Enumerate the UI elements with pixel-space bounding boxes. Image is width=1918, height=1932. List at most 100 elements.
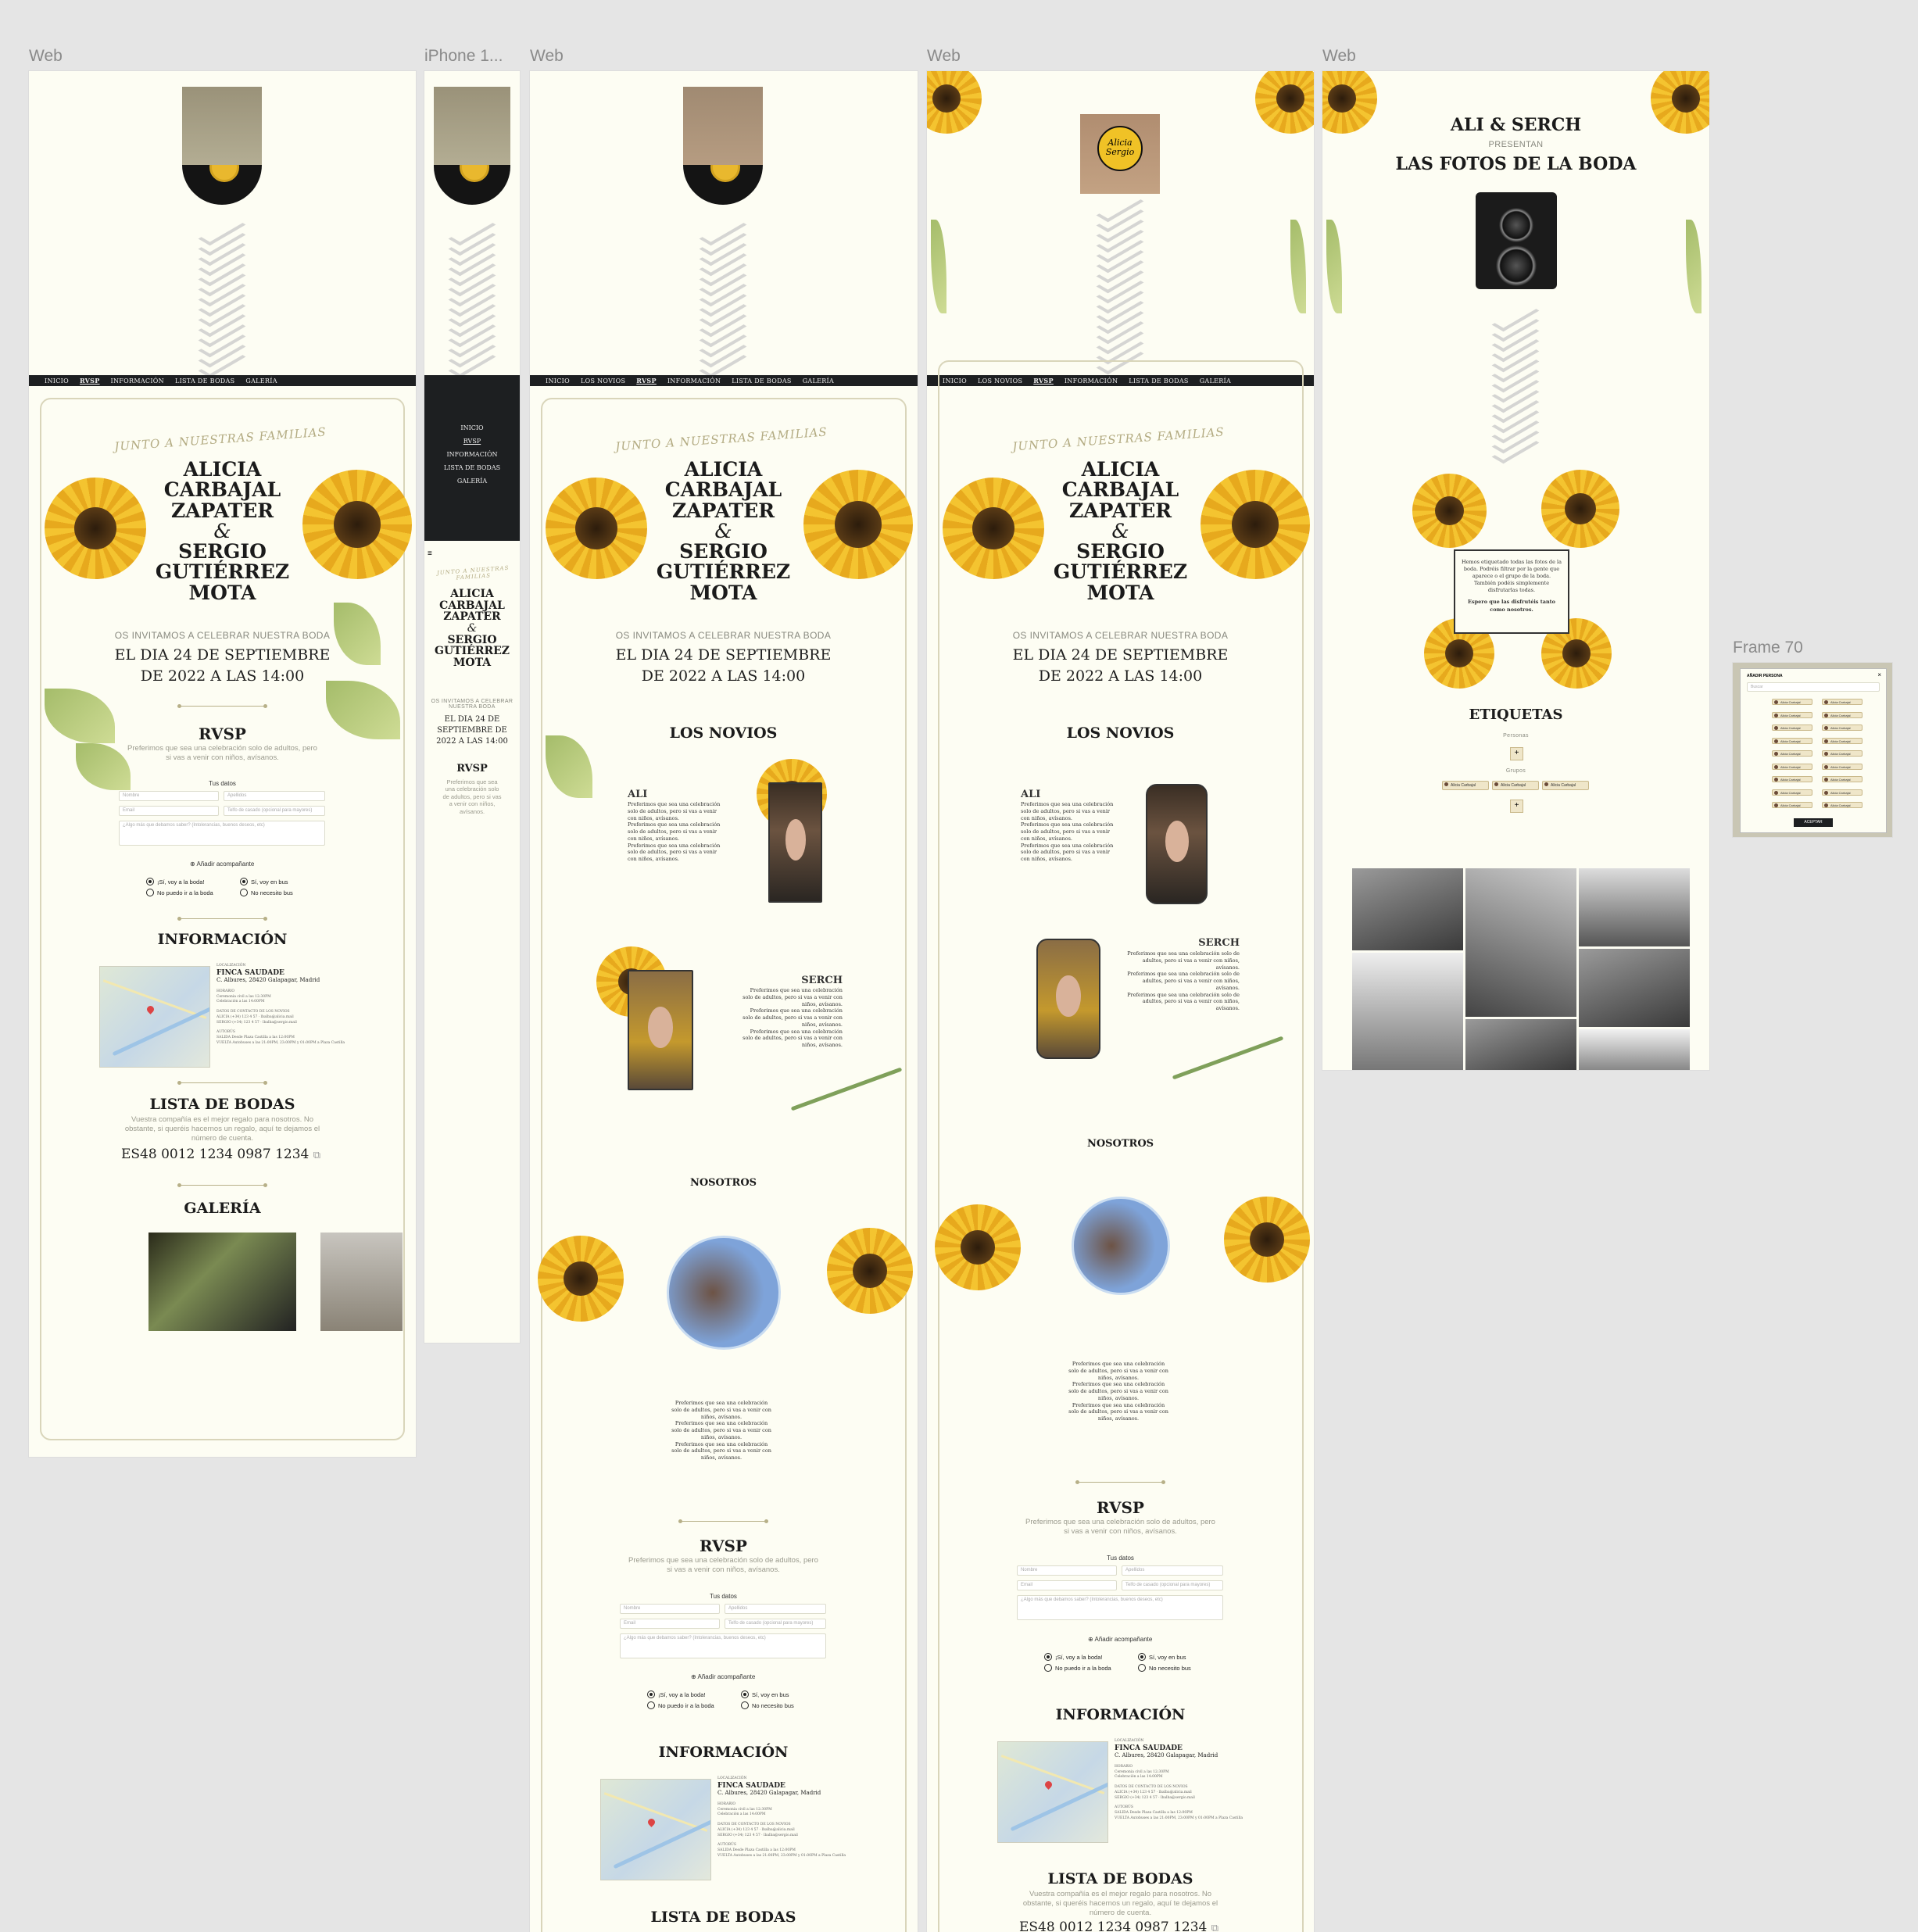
nav-informacion[interactable]: INFORMACIÓN — [111, 377, 164, 385]
gallery-photo-field[interactable] — [320, 1233, 403, 1331]
add-grupo-button[interactable]: + — [1510, 800, 1523, 813]
mnav-inicio[interactable]: INICIO — [424, 424, 520, 431]
nav-lista[interactable]: LISTA DE BODAS — [175, 377, 234, 385]
telefono-input[interactable]: Telfo de casado (opcional para mayores) — [725, 1619, 826, 1629]
radio-voy[interactable]: ¡Sí, voy a la boda! — [647, 1690, 705, 1698]
mensaje-textarea[interactable]: ¿Algo más que debamos saber? (Intoleranc… — [620, 1633, 826, 1658]
tag-chip-1[interactable]: Alicia Carbajal — [1442, 781, 1489, 790]
add-persona-button[interactable]: + — [1510, 747, 1523, 760]
apellidos-input[interactable]: Apellidos — [725, 1604, 826, 1614]
photo-grid-5[interactable] — [1579, 949, 1690, 1027]
dialog-close-icon[interactable]: × — [1877, 671, 1881, 678]
dialog-person-chip[interactable]: Alicia Carbajal — [1822, 737, 1863, 744]
telefono-input[interactable]: Telfo de casado (opcional para mayores) — [1122, 1580, 1223, 1590]
radio-bus[interactable]: Sí, voy en bus — [741, 1690, 789, 1698]
scroll-down-chevrons-icon[interactable] — [699, 217, 747, 378]
add-companion-button[interactable]: ⊕ Añadir acompañante — [190, 860, 254, 868]
mnav-rvsp[interactable]: RVSP — [424, 438, 520, 445]
radio-no-bus[interactable]: No necesito bus — [741, 1701, 794, 1709]
email-input[interactable]: Email — [620, 1619, 720, 1629]
radio-no-puedo[interactable]: No puedo ir a la boda — [146, 889, 213, 896]
frame-label-iphone[interactable]: iPhone 1... — [424, 47, 503, 66]
nav-inicio[interactable]: INICIO — [546, 377, 570, 385]
photo-grid-3[interactable] — [1579, 868, 1690, 946]
scroll-down-chevrons-icon[interactable] — [198, 217, 246, 378]
gallery-photo-hands[interactable] — [149, 1233, 296, 1331]
photo-grid-6[interactable] — [1465, 1019, 1576, 1070]
frame-web-1[interactable]: INICIO RVSP INFORMACIÓN LISTA DE BODAS G… — [29, 71, 416, 1457]
dialog-person-chip[interactable]: Alicia Carbajal — [1772, 750, 1812, 757]
mensaje-textarea[interactable]: ¿Algo más que debamos saber? (Intoleranc… — [119, 821, 325, 846]
frame-web-4[interactable]: ALI & SERCH PRESENTAN LAS FOTOS DE LA BO… — [1322, 71, 1709, 1070]
radio-bus[interactable]: Sí, voy en bus — [1138, 1653, 1186, 1661]
photo-grid-4[interactable] — [1352, 953, 1463, 1070]
mnav-lista[interactable]: LISTA DE BODAS — [424, 464, 520, 471]
add-companion-button[interactable]: ⊕ Añadir acompañante — [691, 1673, 755, 1680]
nav-rvsp[interactable]: RVSP — [80, 377, 100, 385]
dialog-person-chip[interactable]: Alicia Carbajal — [1772, 699, 1812, 705]
add-companion-button[interactable]: ⊕ Añadir acompañante — [1088, 1636, 1152, 1643]
tag-chip-3[interactable]: Alicia Carbajal — [1542, 781, 1589, 790]
photo-grid-1[interactable] — [1352, 868, 1463, 950]
photo-grid-2[interactable] — [1465, 868, 1576, 1017]
nav-galeria[interactable]: GALERÍA — [245, 377, 277, 385]
dialog-person-chip[interactable]: Alicia Carbajal — [1822, 750, 1863, 757]
nombre-input[interactable]: Nombre — [620, 1604, 720, 1614]
frame-web-2[interactable]: INICIO LOS NOVIOS RVSP INFORMACIÓN LISTA… — [530, 71, 918, 1932]
dialog-person-chip[interactable]: Alicia Carbajal — [1772, 802, 1812, 808]
dialog-person-chip[interactable]: Alicia Carbajal — [1772, 724, 1812, 731]
scroll-down-chevrons-icon[interactable] — [448, 217, 496, 378]
email-input[interactable]: Email — [119, 806, 219, 816]
nav-informacion[interactable]: INFORMACIÓN — [667, 377, 721, 385]
dialog-person-chip[interactable]: Alicia Carbajal — [1772, 737, 1812, 744]
frame-label-frame-70[interactable]: Frame 70 — [1733, 639, 1803, 657]
dialog-person-chip[interactable]: Alicia Carbajal — [1822, 802, 1863, 808]
nav-novios[interactable]: LOS NOVIOS — [581, 377, 625, 385]
radio-no-bus[interactable]: No necesito bus — [1138, 1664, 1191, 1672]
mnav-informacion[interactable]: INFORMACIÓN — [424, 451, 520, 458]
radio-no-bus[interactable]: No necesito bus — [240, 889, 293, 896]
apellidos-input[interactable]: Apellidos — [1122, 1565, 1223, 1576]
nav-galeria[interactable]: GALERÍA — [803, 377, 834, 385]
venue-map[interactable] — [99, 966, 210, 1068]
scroll-down-chevrons-icon[interactable] — [1096, 194, 1144, 375]
venue-map[interactable] — [600, 1779, 711, 1880]
apellidos-input[interactable]: Apellidos — [224, 791, 325, 801]
dialog-person-chip[interactable]: Alicia Carbajal — [1772, 763, 1812, 770]
dialog-person-chip[interactable]: Alicia Carbajal — [1772, 789, 1812, 796]
frame-label-web-1[interactable]: Web — [29, 47, 63, 66]
frame-label-web-3[interactable]: Web — [927, 47, 961, 66]
radio-voy[interactable]: ¡Sí, voy a la boda! — [146, 878, 204, 886]
photo-grid-7[interactable] — [1579, 1029, 1690, 1070]
frame-label-web-4[interactable]: Web — [1322, 47, 1356, 66]
telefono-input[interactable]: Telfo de casado (opcional para mayores) — [224, 806, 325, 816]
mnav-galeria[interactable]: GALERÍA — [424, 478, 520, 485]
email-input[interactable]: Email — [1017, 1580, 1117, 1590]
mensaje-textarea[interactable]: ¿Algo más que debamos saber? (Intoleranc… — [1017, 1595, 1223, 1620]
venue-map[interactable] — [997, 1741, 1108, 1843]
dialog-person-chip[interactable]: Alicia Carbajal — [1822, 789, 1863, 796]
radio-voy[interactable]: ¡Sí, voy a la boda! — [1044, 1653, 1102, 1661]
nav-lista[interactable]: LISTA DE BODAS — [732, 377, 791, 385]
nav-rvsp[interactable]: RVSP — [636, 377, 657, 385]
dialog-person-chip[interactable]: Alicia Carbajal — [1822, 724, 1863, 731]
nombre-input[interactable]: Nombre — [119, 791, 219, 801]
frame-label-web-2[interactable]: Web — [530, 47, 564, 66]
tag-chip-2[interactable]: Alicia Carbajal — [1492, 781, 1539, 790]
radio-no-puedo[interactable]: No puedo ir a la boda — [1044, 1664, 1111, 1672]
copy-icon[interactable]: ⧉ — [313, 1150, 320, 1161]
dialog-person-chip[interactable]: Alicia Carbajal — [1822, 763, 1863, 770]
nombre-input[interactable]: Nombre — [1017, 1565, 1117, 1576]
dialog-person-chip[interactable]: Alicia Carbajal — [1772, 711, 1812, 718]
frame-web-3[interactable]: Alicia Sergio INICIO LOS NOVIOS RVSP INF… — [927, 71, 1314, 1932]
radio-no-puedo[interactable]: No puedo ir a la boda — [647, 1701, 714, 1709]
dialog-search-input[interactable]: Buscar — [1747, 682, 1880, 692]
accept-button[interactable]: ACEPTAR — [1794, 818, 1833, 827]
nav-inicio[interactable]: INICIO — [45, 377, 69, 385]
hamburger-icon[interactable]: ≡ — [428, 549, 432, 558]
dialog-person-chip[interactable]: Alicia Carbajal — [1822, 699, 1863, 705]
dialog-person-chip[interactable]: Alicia Carbajal — [1822, 711, 1863, 718]
copy-icon[interactable]: ⧉ — [1211, 1923, 1218, 1932]
frame-iphone[interactable]: INICIO RVSP INFORMACIÓN LISTA DE BODAS G… — [424, 71, 520, 1343]
radio-bus[interactable]: Sí, voy en bus — [240, 878, 288, 886]
